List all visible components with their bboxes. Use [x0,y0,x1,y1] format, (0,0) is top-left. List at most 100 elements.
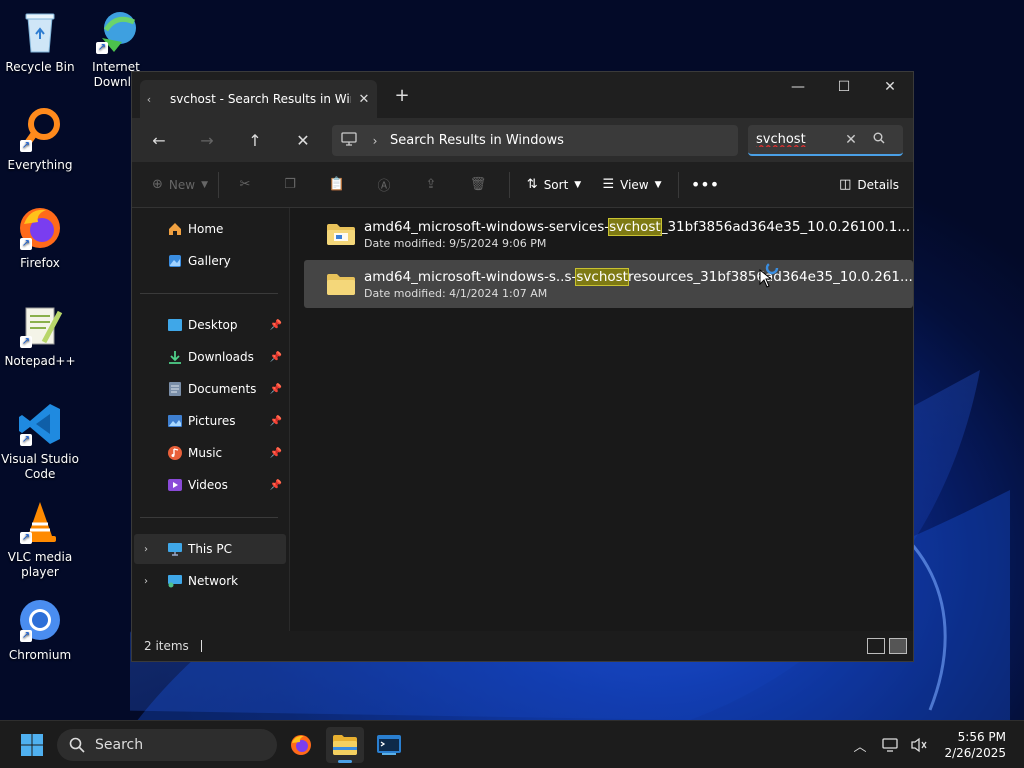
gallery-icon [164,253,186,269]
home-icon [164,221,186,237]
explorer-body: Home Gallery Desktop 📌 Downloads 📌 Docum… [132,208,913,631]
maximize-icon[interactable]: ☐ [821,72,867,102]
chevron-down-icon: ▼ [201,179,208,190]
copy-icon[interactable]: ❐ [265,168,315,202]
delete-icon[interactable]: 🗑 [453,168,503,202]
file-name: amd64_microsoft-windows-services-svchost… [364,218,911,236]
search-box[interactable]: ✕ [748,125,903,156]
sidebar-item-videos[interactable]: Videos 📌 [134,470,286,500]
forward-arrow-icon[interactable]: → [183,118,231,162]
shortcut-arrow-icon: ↗ [20,434,32,446]
desktop-icon-label: Everything [7,158,73,172]
minimize-icon[interactable]: — [775,72,821,102]
tiles-view-icon[interactable] [889,638,907,654]
tab-bar: ‹ svchost - Search Results in Wir ✕ + — … [132,72,913,118]
sidebar-item-this-pc[interactable]: › This PC [134,534,286,564]
chevron-up-icon[interactable]: ︿ [853,736,866,755]
mouse-cursor-icon [759,262,779,288]
shortcut-arrow-icon: ↗ [96,42,108,54]
notepad-plus-plus-icon: ↗ [16,302,64,350]
desktop-icon-everything[interactable]: ↗ Everything [0,106,80,173]
sidebar-item-desktop[interactable]: Desktop 📌 [134,310,286,340]
chevron-right-icon[interactable]: › [144,576,148,587]
cut-icon[interactable]: ✂ [225,168,265,202]
search-icon [69,737,85,753]
taskbar: Search ︿ 5:56 PM 2/26/2025 [0,720,1024,768]
terminal-icon [377,735,401,755]
details-button[interactable]: ◫ Details [839,168,899,202]
desktop-icon-recycle-bin[interactable]: Recycle Bin [0,8,80,75]
sidebar-item-documents[interactable]: Documents 📌 [134,374,286,404]
sidebar-item-downloads[interactable]: Downloads 📌 [134,342,286,372]
pin-icon: 📌 [269,351,282,363]
new-tab-icon[interactable]: + [390,84,414,108]
item-count: 2 items [144,639,189,653]
date-modified: Date modified: 4/1/2024 1:07 AM [364,287,548,300]
status-bar: 2 items [132,631,913,661]
clock[interactable]: 5:56 PM 2/26/2025 [944,729,1006,761]
pin-icon: 📌 [269,383,282,395]
this-pc-icon [164,541,186,557]
shortcut-arrow-icon: ↗ [20,532,32,544]
window-controls: — ☐ ✕ [775,72,913,102]
view-button[interactable]: ☰ View ▼ [592,168,672,202]
sidebar-item-gallery[interactable]: Gallery [134,246,286,276]
desktop-icon-vscode[interactable]: ↗ Visual Studio Code [0,400,80,482]
share-icon[interactable]: ⇪ [409,168,453,202]
clear-search-icon[interactable]: ✕ [838,132,864,148]
sidebar-divider [140,517,278,518]
list-item[interactable]: amd64_microsoft-windows-s..s-svchostreso… [304,260,913,308]
close-icon[interactable]: ✕ [867,72,913,102]
toolbar-divider [678,171,679,198]
sort-button[interactable]: ⇅ Sort ▼ [516,168,592,202]
monitor-icon [332,132,366,149]
sidebar-item-home[interactable]: Home [134,214,286,244]
breadcrumb-search-results[interactable]: Search Results in Windows [384,133,564,148]
desktop-icon-label: VLC media player [7,550,73,579]
desktop-icon-label: Visual Studio Code [1,452,79,481]
details-pane-icon: ◫ [839,177,852,192]
desktop-icon-firefox[interactable]: ↗ Firefox [0,204,80,271]
network-status-icon[interactable] [882,737,900,753]
taskbar-terminal[interactable] [370,727,408,763]
sidebar-item-music[interactable]: Music 📌 [134,438,286,468]
search-input[interactable] [748,132,838,147]
downloads-icon [164,349,186,365]
tab-scroll-left-icon[interactable]: ‹ [140,93,158,106]
search-icon[interactable] [864,132,894,147]
stop-search-icon[interactable]: ✕ [279,118,327,162]
desktop-icon-label: Chromium [8,648,72,662]
windows-start-icon[interactable] [20,733,44,757]
up-arrow-icon[interactable]: ↑ [231,118,279,162]
desktop-icon-chromium[interactable]: ↗ Chromium [0,596,80,663]
back-arrow-icon[interactable]: ← [135,118,183,162]
status-divider [200,640,202,652]
chevron-right-icon[interactable]: › [144,544,148,555]
taskbar-search[interactable]: Search [57,729,277,761]
sidebar-item-network[interactable]: › Network [134,566,286,596]
shortcut-arrow-icon: ↗ [20,630,32,642]
internet-download-icon: ↗ [92,8,140,56]
desktop-icon-notepad-plus-plus[interactable]: ↗ Notepad++ [0,302,80,369]
new-button[interactable]: ⊕ New ▼ [148,168,212,202]
tab-close-icon[interactable]: ✕ [351,92,377,107]
chevron-right-icon[interactable]: › [366,134,384,148]
list-item[interactable]: amd64_microsoft-windows-services-svchost… [304,210,913,258]
sidebar-item-pictures[interactable]: Pictures 📌 [134,406,286,436]
sidebar-divider [140,293,278,294]
pin-icon: 📌 [269,447,282,459]
taskbar-firefox[interactable] [282,727,320,763]
desktop-icon-label: Notepad++ [4,354,76,368]
volume-muted-icon[interactable] [910,737,928,753]
address-bar[interactable]: › Search Results in Windows [332,125,738,156]
tab-search-results[interactable]: ‹ svchost - Search Results in Wir ✕ [140,80,377,118]
vlc-cone-icon: ↗ [16,498,64,546]
paste-icon[interactable]: 📋 [315,168,359,202]
details-view-icon[interactable] [867,638,885,654]
rename-icon[interactable]: Ⓐ [359,168,409,202]
date-modified: Date modified: 9/5/2024 9:06 PM [364,237,547,250]
more-options-icon[interactable]: ••• [685,168,725,202]
desktop-icon-vlc[interactable]: ↗ VLC media player [0,498,80,580]
taskbar-file-explorer[interactable] [326,727,364,763]
desktop-icon-label: Recycle Bin [5,60,75,74]
